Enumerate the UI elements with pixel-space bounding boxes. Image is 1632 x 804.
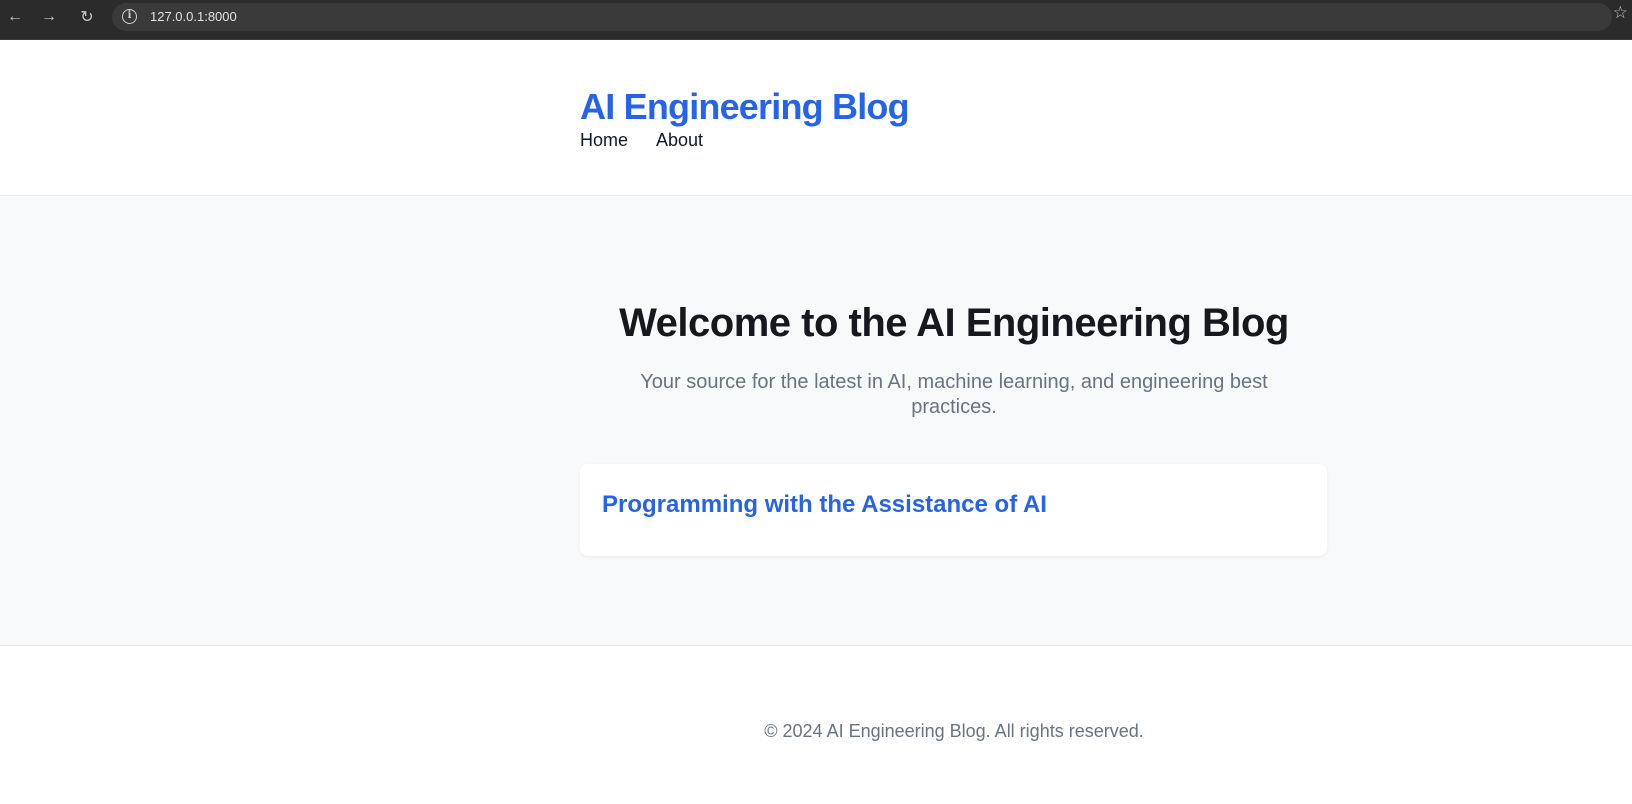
- arrow-left-icon: ←: [7, 8, 23, 25]
- footer-copyright: © 2024 AI Engineering Blog. All rights r…: [764, 721, 1144, 741]
- url-text[interactable]: 127.0.0.1:8000: [150, 9, 237, 24]
- forward-button[interactable]: →: [37, 5, 61, 29]
- site-footer: © 2024 AI Engineering Blog. All rights r…: [0, 647, 1632, 804]
- site-header: AI Engineering Blog Home About: [0, 40, 1632, 196]
- nav-link-about[interactable]: About: [656, 130, 703, 151]
- site-title-link[interactable]: AI Engineering Blog: [580, 86, 910, 128]
- hero-subtitle: Your source for the latest in AI, machin…: [640, 371, 1268, 418]
- reload-icon: ↻: [80, 9, 94, 26]
- reload-button[interactable]: ↻: [75, 5, 99, 29]
- post-card: Programming with the Assistance of AI: [580, 464, 1327, 556]
- address-bar[interactable]: i 127.0.0.1:8000: [112, 3, 1612, 31]
- back-button[interactable]: ←: [3, 5, 27, 29]
- nav-link-home[interactable]: Home: [580, 130, 628, 151]
- star-icon[interactable]: ☆: [1613, 3, 1628, 23]
- browser-toolbar: ← → ↻ i 127.0.0.1:8000 ☆: [0, 0, 1632, 40]
- main-content: Welcome to the AI Engineering Blog Your …: [0, 197, 1632, 646]
- post-title-link[interactable]: Programming with the Assistance of AI: [602, 491, 1047, 519]
- hero-title: Welcome to the AI Engineering Blog: [619, 301, 1289, 345]
- arrow-right-icon: →: [41, 8, 57, 25]
- site-nav: Home About: [580, 130, 703, 151]
- info-icon[interactable]: i: [122, 9, 137, 24]
